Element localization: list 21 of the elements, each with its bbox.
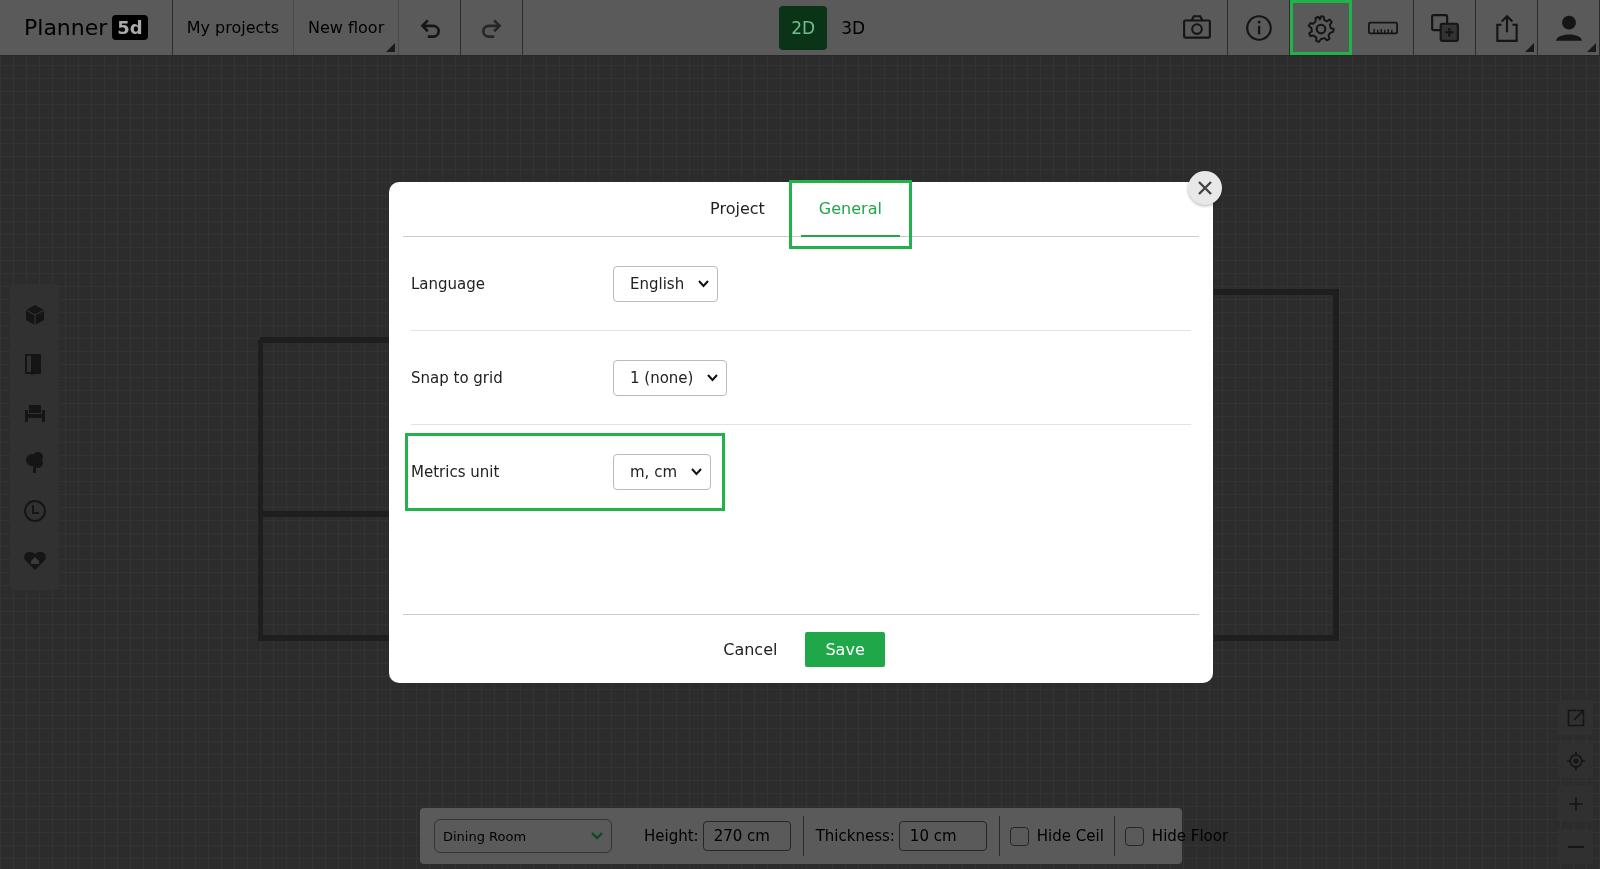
height-field[interactable]: 270 cm [702, 821, 791, 851]
nav-link[interactable]: My projects [172, 0, 294, 55]
view-mode-tab[interactable]: 2D [779, 5, 828, 50]
height-label: Height: [644, 827, 699, 845]
nav-link[interactable]: New floor [294, 0, 400, 55]
save-button[interactable]: Save [805, 631, 885, 667]
setting-label: Language [411, 274, 487, 293]
logo-badge[interactable]: 5d [112, 15, 148, 40]
cancel-button[interactable]: Cancel [717, 631, 784, 667]
setting-label: Metrics unit [411, 463, 501, 481]
room-select[interactable]: Dining Room [434, 819, 612, 853]
logo-text: Planner [24, 15, 108, 40]
dialog-tab[interactable]: General [800, 182, 900, 237]
setting-select[interactable]: 1 (none) [613, 359, 728, 396]
setting-label: Snap to grid [411, 368, 504, 387]
checkbox-label: Hide Ceil [1036, 827, 1104, 845]
setting-select[interactable]: English [613, 265, 719, 302]
thickness-field[interactable]: 10 cm [898, 821, 987, 851]
dialog-tab[interactable]: Project [702, 182, 773, 237]
thickness-label: Thickness: [815, 827, 895, 845]
setting-select[interactable]: m, cm [613, 454, 711, 490]
